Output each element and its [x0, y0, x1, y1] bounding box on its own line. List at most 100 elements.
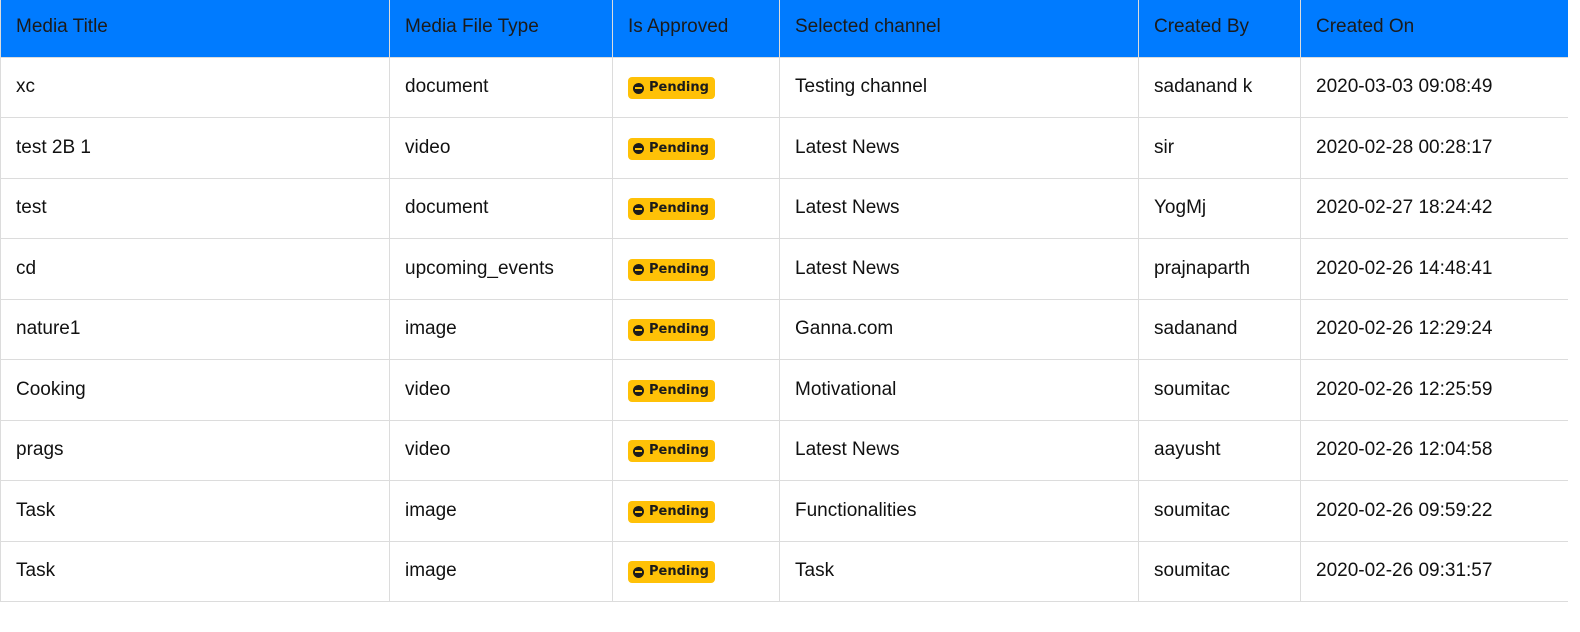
table-row[interactable]: Cooking video Pending Motivational soumi…	[0, 359, 1568, 421]
status-badge: Pending	[628, 77, 715, 99]
created-on-cell: 2020-02-26 09:31:57	[1300, 540, 1568, 602]
minus-circle-icon	[633, 264, 644, 275]
media-file-type-cell: image	[389, 480, 613, 542]
created-by-cell: prajnaparth	[1138, 238, 1301, 300]
created-on-cell: 2020-02-27 18:24:42	[1300, 177, 1568, 239]
approval-status-cell: Pending	[612, 117, 780, 179]
status-badge-label: Pending	[649, 443, 709, 458]
selected-channel-cell: Latest News	[779, 117, 1139, 179]
created-by-cell: YogMj	[1138, 177, 1301, 239]
minus-circle-icon	[633, 445, 644, 457]
selected-channel-cell: Latest News	[779, 419, 1139, 481]
media-table: Media Title Media File Type Is Approved …	[0, 0, 1568, 602]
minus-circle-icon	[633, 385, 644, 396]
created-on-cell: 2020-02-28 00:28:17	[1300, 117, 1568, 179]
selected-channel-cell: Testing channel	[779, 56, 1139, 118]
header-row: Media Title Media File Type Is Approved …	[0, 0, 1568, 57]
table-row[interactable]: test 2B 1 video Pending Latest News sir …	[0, 117, 1568, 179]
table-row[interactable]: nature1 image Pending Ganna.com sadanand…	[0, 298, 1568, 360]
table-body: xc document Pending Testing channel sada…	[0, 56, 1568, 602]
status-badge-label: Pending	[649, 503, 709, 519]
created-on-cell: 2020-02-26 09:59:22	[1300, 480, 1568, 542]
table-row[interactable]: Task image Pending Task soumitac 2020-02…	[0, 540, 1568, 602]
selected-channel-cell: Latest News	[779, 177, 1139, 239]
selected-channel-cell: Task	[779, 540, 1139, 602]
media-title-cell: prags	[0, 419, 390, 481]
status-badge: Pending	[628, 319, 715, 341]
media-title-cell: xc	[0, 56, 390, 118]
status-badge-label: Pending	[649, 564, 709, 579]
selected-channel-cell: Ganna.com	[779, 298, 1139, 360]
created-by-cell: sadanand k	[1138, 56, 1301, 118]
media-title-cell: Task	[0, 540, 390, 602]
media-title-cell: test	[0, 177, 390, 239]
status-badge: Pending	[628, 500, 715, 523]
status-badge: Pending	[628, 440, 715, 462]
created-by-cell: soumitac	[1138, 359, 1301, 421]
status-badge-label: Pending	[649, 322, 709, 337]
page-margin	[1568, 0, 1580, 632]
media-table-container: Media Title Media File Type Is Approved …	[0, 0, 1568, 632]
approval-status-cell: Pending	[612, 540, 780, 602]
media-title-cell: Cooking	[0, 359, 390, 421]
media-title-cell: cd	[0, 238, 390, 300]
media-file-type-cell: image	[389, 298, 613, 360]
approval-status-cell: Pending	[612, 56, 780, 118]
column-header-media-title[interactable]: Media Title	[0, 0, 390, 57]
status-badge-label: Pending	[649, 261, 709, 277]
status-badge-label: Pending	[649, 80, 709, 95]
media-title-cell: Task	[0, 480, 390, 542]
created-on-cell: 2020-02-26 14:48:41	[1300, 238, 1568, 300]
column-header-created-on[interactable]: Created On	[1300, 0, 1568, 57]
column-header-created-by[interactable]: Created By	[1138, 0, 1301, 57]
approval-status-cell: Pending	[612, 359, 780, 421]
status-badge: Pending	[628, 561, 715, 583]
media-title-cell: test 2B 1	[0, 117, 390, 179]
status-badge-label: Pending	[649, 140, 709, 156]
selected-channel-cell: Motivational	[779, 359, 1139, 421]
created-on-cell: 2020-02-26 12:04:58	[1300, 419, 1568, 481]
media-file-type-cell: video	[389, 117, 613, 179]
created-on-cell: 2020-02-26 12:25:59	[1300, 359, 1568, 421]
created-on-cell: 2020-03-03 09:08:49	[1300, 56, 1568, 118]
selected-channel-cell: Functionalities	[779, 480, 1139, 542]
created-by-cell: aayusht	[1138, 419, 1301, 481]
minus-circle-icon	[633, 324, 644, 336]
status-badge: Pending	[628, 258, 715, 281]
media-file-type-cell: document	[389, 177, 613, 239]
selected-channel-cell: Latest News	[779, 238, 1139, 300]
media-file-type-cell: document	[389, 56, 613, 118]
table-row[interactable]: test document Pending Latest News YogMj …	[0, 177, 1568, 239]
table-row[interactable]: xc document Pending Testing channel sada…	[0, 56, 1568, 118]
created-on-cell: 2020-02-26 12:29:24	[1300, 298, 1568, 360]
minus-circle-icon	[633, 506, 644, 517]
created-by-cell: soumitac	[1138, 540, 1301, 602]
media-file-type-cell: video	[389, 359, 613, 421]
minus-circle-icon	[633, 203, 644, 215]
created-by-cell: sir	[1138, 117, 1301, 179]
column-header-media-file-type[interactable]: Media File Type	[389, 0, 613, 57]
status-badge: Pending	[628, 198, 715, 220]
minus-circle-icon	[633, 82, 644, 94]
status-badge: Pending	[628, 379, 715, 402]
minus-circle-icon	[633, 566, 644, 578]
media-title-cell: nature1	[0, 298, 390, 360]
table-header: Media Title Media File Type Is Approved …	[0, 0, 1568, 57]
minus-circle-icon	[633, 143, 644, 154]
approval-status-cell: Pending	[612, 298, 780, 360]
column-header-is-approved[interactable]: Is Approved	[612, 0, 780, 57]
media-file-type-cell: video	[389, 419, 613, 481]
approval-status-cell: Pending	[612, 480, 780, 542]
table-row[interactable]: Task image Pending Functionalities soumi…	[0, 480, 1568, 542]
status-badge: Pending	[628, 137, 715, 160]
media-file-type-cell: image	[389, 540, 613, 602]
approval-status-cell: Pending	[612, 419, 780, 481]
created-by-cell: soumitac	[1138, 480, 1301, 542]
column-header-selected-channel[interactable]: Selected channel	[779, 0, 1139, 57]
approval-status-cell: Pending	[612, 177, 780, 239]
media-file-type-cell: upcoming_events	[389, 238, 613, 300]
status-badge-label: Pending	[649, 201, 709, 216]
table-row[interactable]: cd upcoming_events Pending Latest News p…	[0, 238, 1568, 300]
created-by-cell: sadanand	[1138, 298, 1301, 360]
table-row[interactable]: prags video Pending Latest News aayusht …	[0, 419, 1568, 481]
